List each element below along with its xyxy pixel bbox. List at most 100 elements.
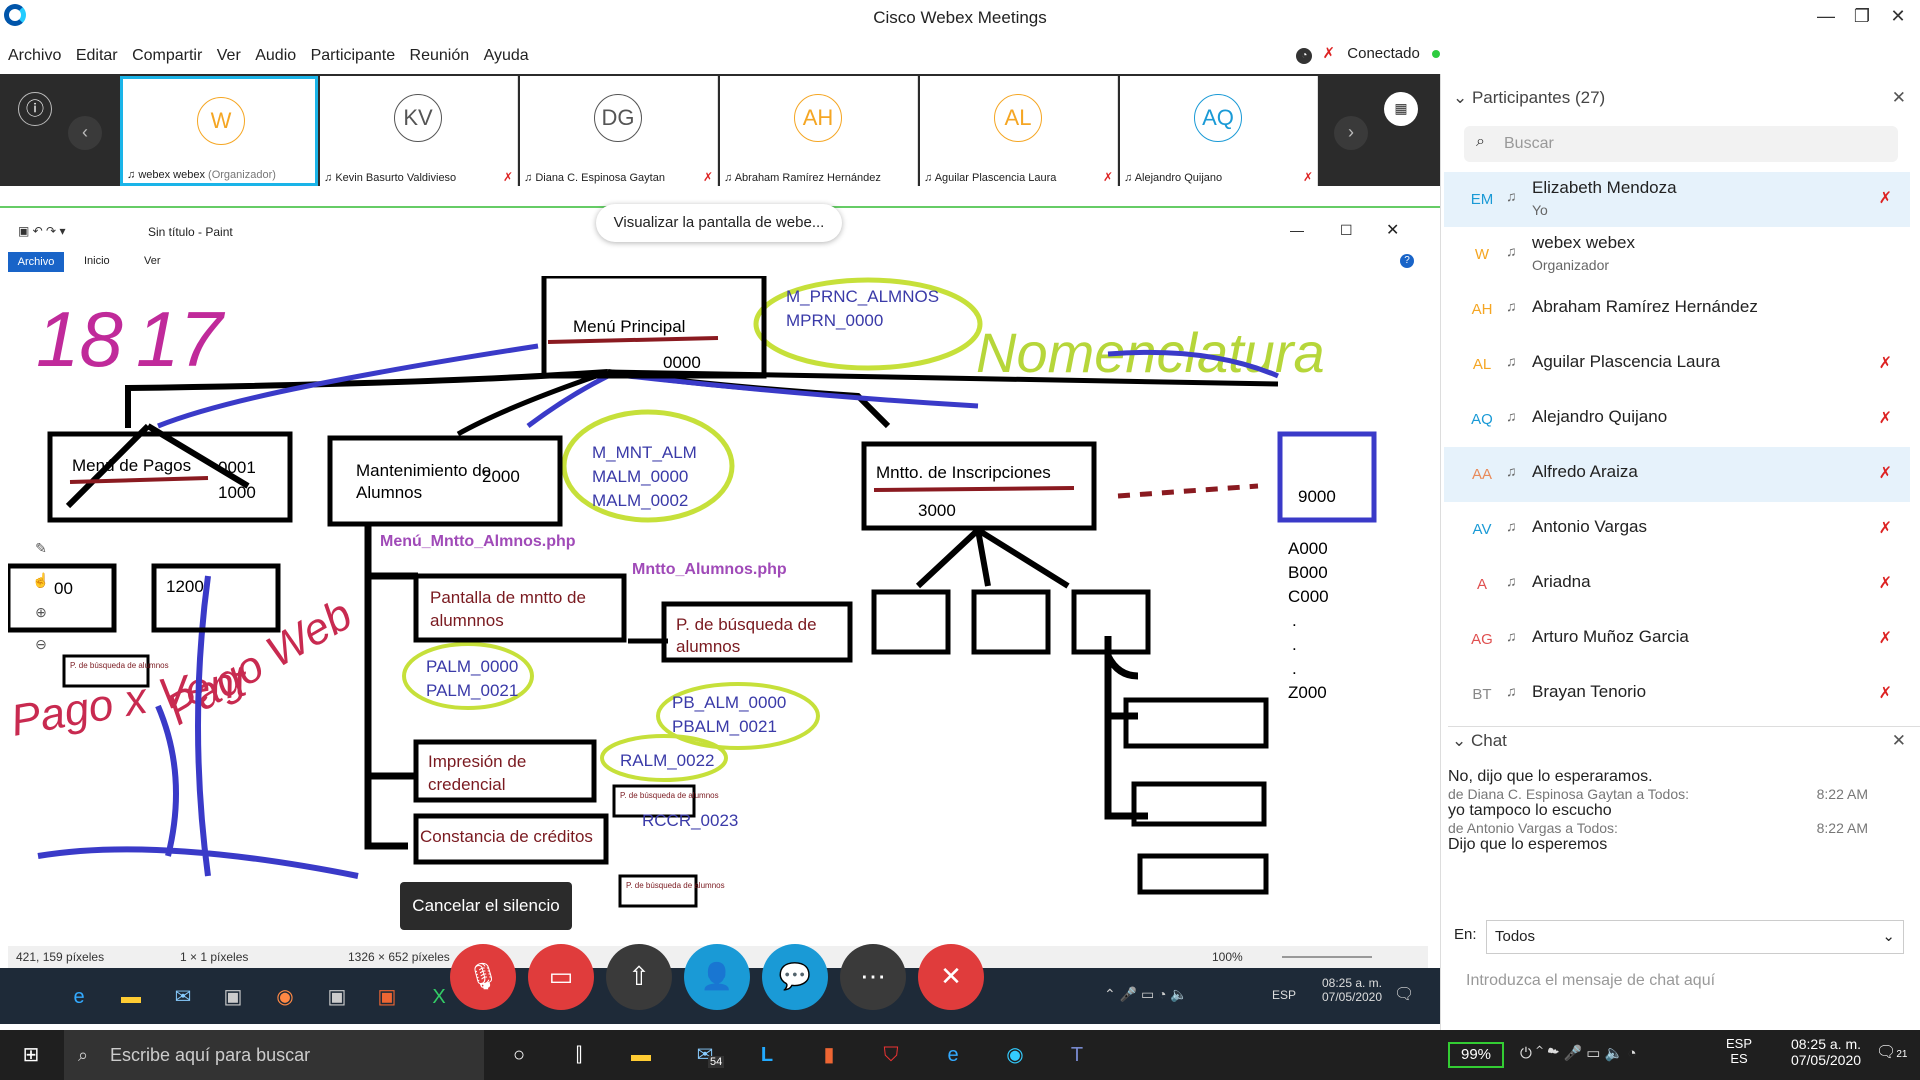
title-bar: Cisco Webex Meetings — ❐ ✕ (0, 0, 1920, 38)
security-icon[interactable]: ⛉ (878, 1042, 904, 1068)
participant-name: Ariadna (1532, 572, 1591, 591)
share-button[interactable]: ⇧ (606, 944, 672, 1010)
app-l-icon[interactable]: L (754, 1042, 780, 1068)
notification-center-icon[interactable]: 🗨21 (1876, 1042, 1907, 1062)
language-indicator[interactable]: ESP ES (1726, 1036, 1752, 1066)
info-icon[interactable]: ⓘ (18, 92, 52, 126)
participant-name: Alfredo Araiza (1532, 462, 1638, 481)
menu-editar[interactable]: Editar (76, 38, 118, 74)
participant-row[interactable]: AA ♫ Alfredo Araiza ✗ (1444, 447, 1910, 502)
layout-icon[interactable]: ▦ (1384, 92, 1418, 126)
app-icon: ▣ (377, 986, 397, 1008)
windows-start-icon[interactable]: ⊞ (18, 1042, 44, 1068)
mute-button[interactable]: 🎙 (450, 944, 516, 1010)
svg-text:Mntto. de Inscripciones: Mntto. de Inscripciones (876, 463, 1051, 482)
participants-search[interactable]: ⌕ Buscar (1464, 126, 1898, 162)
close-chat-icon[interactable]: ✕ (1892, 731, 1906, 751)
svg-text:alumnnos: alumnnos (430, 611, 504, 630)
zoom-out-icon[interactable]: ⊖ (26, 628, 56, 660)
video-tile[interactable]: W ♫ webex webex (Organizador) (120, 76, 318, 186)
more-icon: ⋯ (860, 961, 886, 991)
chat-message: No, dijo que lo esperaramos. (1448, 768, 1653, 785)
avatar: KV (394, 94, 442, 142)
office-icon[interactable]: ▮ (816, 1042, 842, 1068)
headset-icon: ♫ (1506, 408, 1517, 424)
headset-icon: ♫ (1506, 628, 1517, 644)
participants-header[interactable]: ⌄ Participantes (27) (1453, 88, 1605, 108)
participant-row[interactable]: BT ♫ Brayan Tenorio ✗ (1444, 667, 1910, 722)
chat-button[interactable]: 💬 (762, 944, 828, 1010)
person-icon: 👤 (700, 961, 734, 991)
file-explorer-icon[interactable]: ▬ (628, 1042, 654, 1068)
menu-ayuda[interactable]: Ayuda (484, 38, 529, 74)
pointer-icon[interactable]: ☝ (26, 564, 56, 596)
paint-tab-inicio[interactable]: Inicio (84, 255, 110, 267)
chat-header[interactable]: ⌄ Chat ✕ (1448, 726, 1920, 756)
zoom-slider[interactable] (1282, 956, 1372, 958)
paint-maximize-icon[interactable]: ☐ (1340, 222, 1353, 239)
menu-compartir[interactable]: Compartir (132, 38, 202, 74)
teams-icon[interactable]: T (1064, 1042, 1090, 1068)
paint-minimize-icon[interactable]: — (1290, 222, 1304, 238)
menu-audio[interactable]: Audio (255, 38, 296, 74)
webex-icon[interactable]: ◉ (1002, 1042, 1028, 1068)
participant-row[interactable]: AV ♫ Antonio Vargas ✗ (1444, 502, 1910, 557)
participant-row[interactable]: AH ♫ Abraham Ramírez Hernández (1444, 282, 1910, 337)
taskbar-search[interactable]: ⌕ Escribe aquí para buscar (64, 1030, 484, 1080)
participant-row[interactable]: EM ♫ Elizabeth Mendoza Yo ✗ (1444, 172, 1910, 227)
menu-ver[interactable]: Ver (217, 38, 241, 74)
video-tile[interactable]: AL ♫ Aguilar Plascencia Laura ✗ (920, 76, 1118, 186)
code-pbalm-0021: PBALM_0021 (672, 717, 777, 736)
participant-row[interactable]: AL ♫ Aguilar Plascencia Laura ✗ (1444, 337, 1910, 392)
empty-box (871, 589, 951, 655)
restore-icon[interactable]: ❐ (1842, 6, 1882, 27)
participant-row[interactable]: W ♫ webex webex Organizador (1444, 227, 1910, 282)
taskbar-clock[interactable]: 08:25 a. m. 07/05/2020 (1778, 1036, 1874, 1068)
dial-icon[interactable]: ◔ (1296, 48, 1313, 64)
zoom-in-icon[interactable]: ⊕ (26, 596, 56, 628)
participant-row[interactable]: AG ♫ Arturo Muñoz Garcia ✗ (1444, 612, 1910, 667)
svg-text:0000: 0000 (663, 353, 701, 372)
chat-input[interactable]: Introduzca el mensaje de chat aquí (1466, 972, 1715, 990)
participants-button[interactable]: 👤 (684, 944, 750, 1010)
paint-close-icon[interactable]: ✕ (1386, 220, 1399, 240)
minimize-icon[interactable]: — (1806, 6, 1846, 27)
menu-reunion[interactable]: Reunión (410, 38, 470, 74)
video-tile[interactable]: AH ♫ Abraham Ramírez Hernández (720, 76, 918, 186)
leave-button[interactable]: ✕ (918, 944, 984, 1010)
empty-box (971, 589, 1051, 655)
video-tile[interactable]: AQ ♫ Alejandro Quijano ✗ (1120, 76, 1318, 186)
menu-participante[interactable]: Participante (311, 38, 396, 74)
edge-icon[interactable]: e (940, 1042, 966, 1068)
pen-icon[interactable]: ✎ (26, 532, 56, 564)
meeting-controls: 🎙 ▭ ⇧ 👤 💬 ⋯ ✕ (450, 944, 990, 1012)
chat-recipient-select[interactable]: Todos ⌄ (1486, 920, 1904, 954)
participant-row[interactable]: A ♫ Ariadna ✗ (1444, 557, 1910, 612)
paint-tab-ver[interactable]: Ver (144, 255, 161, 267)
tile-name: ♫ Diana C. Espinosa Gaytan (524, 172, 665, 184)
prev-page-icon[interactable]: ‹ (68, 116, 102, 150)
participant-row[interactable]: AQ ♫ Alejandro Quijano ✗ (1444, 392, 1910, 447)
paint-help-icon[interactable]: ? (1400, 254, 1414, 268)
close-participants-icon[interactable]: ✕ (1892, 88, 1906, 108)
tile-name: ♫ Alejandro Quijano (1124, 172, 1223, 184)
tile-name: ♫ Aguilar Plascencia Laura (924, 172, 1057, 184)
task-view-icon[interactable]: ○ (506, 1042, 532, 1068)
avatar: A (1476, 576, 1487, 593)
video-button[interactable]: ▭ (528, 944, 594, 1010)
paint-canvas[interactable]: 18 17 Nomenclatura Pago x Vent Pago Web … (8, 276, 1388, 926)
code-m-mnt-alm: M_MNT_ALM (592, 443, 697, 462)
video-off-icon: ▭ (548, 961, 574, 991)
video-tile[interactable]: DG ♫ Diana C. Espinosa Gaytan ✗ (520, 76, 718, 186)
more-button[interactable]: ⋯ (840, 944, 906, 1010)
next-page-icon[interactable]: › (1334, 116, 1368, 150)
video-tile[interactable]: KV ♫ Kevin Basurto Valdivieso ✗ (320, 76, 518, 186)
viewing-share-pill[interactable]: Visualizar la pantalla de webe... (596, 204, 842, 242)
timeline-icon[interactable]: ⫿ (566, 1042, 592, 1068)
menu-archivo[interactable]: Archivo (8, 38, 61, 74)
php-mntto-label: Mntto_Alumnos.php (632, 561, 787, 578)
close-icon[interactable]: ✕ (1878, 6, 1918, 27)
paint-tab-archivo[interactable]: Archivo (8, 252, 64, 272)
svg-text:Impresión de: Impresión de (428, 752, 526, 771)
svg-text:Constancia de créditos: Constancia de créditos (420, 827, 593, 846)
